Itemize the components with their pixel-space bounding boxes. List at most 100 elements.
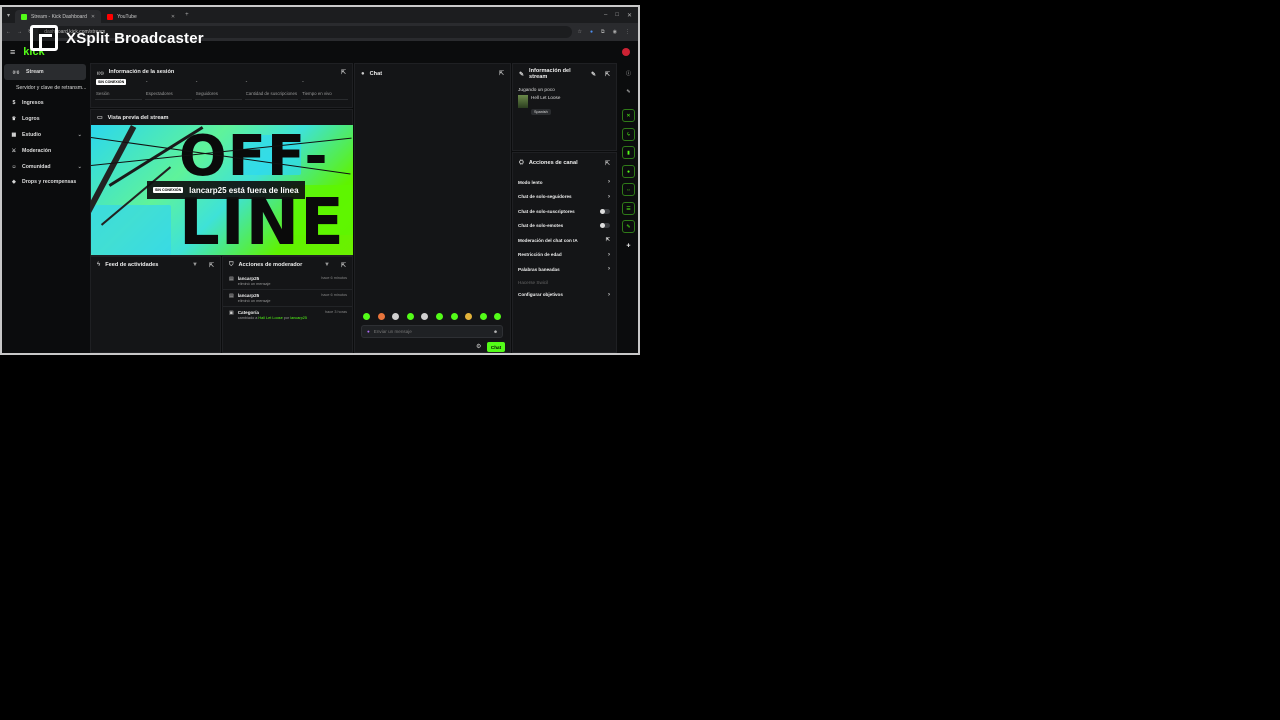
emote-icon[interactable] <box>363 313 370 320</box>
back-icon[interactable]: ← <box>6 29 11 35</box>
channel-action-label: Modo lento <box>518 179 543 185</box>
channel-action-banned-words[interactable]: Palabras baneadas › <box>513 262 616 277</box>
extension-icon[interactable]: ● <box>590 29 593 35</box>
sidebar-item-server-key[interactable]: Servidor y clave de retransm... <box>2 80 88 96</box>
minimize-icon[interactable]: – <box>604 12 607 19</box>
mic-icon[interactable]: ● <box>367 329 370 334</box>
shield-icon: ⛉ <box>229 261 234 268</box>
sword-icon: ⚔ <box>11 147 17 154</box>
wrench-icon[interactable]: ✎ <box>622 220 635 233</box>
maximize-icon[interactable]: □ <box>615 12 619 19</box>
trash-icon: ▤ <box>229 276 234 282</box>
plus-layout-icon[interactable]: ✚ <box>622 239 635 252</box>
browser-tab-youtube[interactable]: YouTube ✕ <box>101 10 181 23</box>
popout-icon[interactable]: ⇱ <box>209 262 214 269</box>
emote-icon[interactable] <box>479 313 487 320</box>
popout-icon[interactable]: ⇱ <box>499 70 504 77</box>
chat-settings-gear-icon[interactable]: ⚙ <box>476 343 481 350</box>
close-window-icon[interactable]: ✕ <box>627 12 632 19</box>
browser-menu-icon[interactable]: ⋮ <box>625 29 630 35</box>
category-link[interactable]: Hall Let Loose <box>258 316 282 320</box>
channel-action-goals[interactable]: Configurar objetivos › <box>513 288 616 303</box>
sidebar-item-moderation[interactable]: ⚔ Moderación <box>2 143 88 159</box>
popout-icon[interactable]: ⇱ <box>341 262 346 269</box>
emote-icon[interactable] <box>465 313 473 320</box>
sidebar-item-label: Drops y recompensas <box>22 179 77 186</box>
split-icon[interactable]: ⇔ <box>622 183 635 196</box>
filter-icon[interactable]: ▼ <box>324 262 330 268</box>
sidebar-item-drops[interactable]: ◈ Drops y recompensas <box>2 175 88 191</box>
sidebar-item-stream[interactable]: ((•)) Stream <box>4 64 86 80</box>
close-tab-icon[interactable]: ✕ <box>171 14 175 20</box>
forward-icon[interactable]: → <box>17 29 22 35</box>
tab-title: YouTube <box>117 13 137 20</box>
filter-icon[interactable]: ▼ <box>192 262 198 268</box>
emote-icon[interactable] <box>406 313 414 320</box>
chevron-right-icon: › <box>608 266 610 273</box>
stack-icon[interactable]: ☰ <box>622 202 635 215</box>
profile-icon[interactable]: ◉ <box>613 29 617 35</box>
bookmark-icon[interactable]: ▮ <box>622 146 635 159</box>
emote-icon[interactable] <box>421 313 429 320</box>
category-icon: ▣ <box>229 310 234 316</box>
offline-message: lancarp25 está fuera de línea <box>189 185 299 195</box>
panel-header: ● Chat ⇱ <box>355 64 510 83</box>
channel-action-label: Hacerse Swicil <box>518 279 549 285</box>
chat-message-input[interactable]: ● Enviar un mensaje ☻ <box>361 325 503 338</box>
sidebar-item-studio[interactable]: ▦ Estudio ⌄ <box>2 127 88 143</box>
activity-feed-panel: ϟ Feed de actividades ▼ ⇱ <box>90 256 221 353</box>
screen-capture-frame: ▾ Stream - Kick Dashboard ✕ YouTube ✕ + … <box>0 5 640 355</box>
browser-tab-kick[interactable]: Stream - Kick Dashboard ✕ <box>15 10 102 23</box>
xsplit-watermark: XSplit Broadcaster <box>30 25 204 51</box>
user-link[interactable]: lancarp25 <box>290 316 307 320</box>
emote-icon[interactable] <box>450 313 458 320</box>
channel-action-slow-mode[interactable]: Modo lento › <box>513 175 616 190</box>
pencil-icon[interactable]: ✎ <box>622 85 635 98</box>
sidebar-item-revenue[interactable]: $ Ingresos <box>2 96 88 112</box>
external-link-icon: ⇱ <box>605 237 610 244</box>
channel-action-followers-only[interactable]: Chat de solo-seguidores › <box>513 190 616 205</box>
sidebar-item-achievements[interactable]: ♛ Logros <box>2 111 88 127</box>
popout-icon[interactable]: ⇱ <box>605 71 610 78</box>
chat-bubble-icon[interactable]: ● <box>622 165 635 178</box>
popout-icon[interactable]: ⇱ <box>341 69 346 76</box>
mod-action-name: lancarp25 <box>237 293 260 298</box>
emote-icon[interactable] <box>392 313 400 320</box>
youtube-favicon-icon <box>107 13 114 20</box>
language-tag: Spanish <box>531 109 551 115</box>
channel-action-label: Chat de solo-seguidores <box>518 194 572 200</box>
hamburger-menu-icon[interactable]: ≡ <box>10 47 15 57</box>
popout-icon[interactable]: ⇱ <box>605 160 610 167</box>
emote-icon[interactable] <box>435 313 443 320</box>
bookmark-star-icon[interactable]: ☆ <box>578 29 582 35</box>
emote-icon[interactable] <box>377 313 385 320</box>
sidebar-item-label: Ingresos <box>22 100 44 107</box>
emoji-icon[interactable]: ☻ <box>493 329 498 334</box>
channel-action-subscribers-only: Chat de solo-suscriptores <box>513 204 616 219</box>
puzzle-icon[interactable]: ⧉ <box>601 29 605 35</box>
close-square-icon[interactable]: ✕ <box>622 109 635 122</box>
community-icon: ☺ <box>11 163 17 170</box>
mod-action-desc: cambiado a Hall Let Loose por lancarp25 <box>237 316 307 320</box>
channel-action-emotes-only: Chat de solo-emotes <box>513 219 616 234</box>
trash-icon: ▤ <box>229 293 234 299</box>
stat-subscriptions: - Cantidad de suscripciones <box>244 78 299 100</box>
info-icon[interactable]: ⓘ <box>622 67 635 80</box>
edit-pencil-icon[interactable]: ✎ <box>591 71 596 78</box>
channel-action-age-restriction[interactable]: Restricción de edad › <box>513 248 616 263</box>
trophy-icon: ♛ <box>11 116 17 123</box>
close-tab-icon[interactable]: ✕ <box>91 14 95 20</box>
new-tab-button[interactable]: + <box>181 12 193 18</box>
bolt-icon[interactable]: ϟ <box>622 128 635 141</box>
stream-category: Hell Let Loose Spanish <box>513 93 616 120</box>
stat-value: - <box>145 79 148 85</box>
stream-info-panel: ✎ Información del stream ✎ ⇱ Jugando un … <box>512 63 617 151</box>
emotes-only-toggle[interactable] <box>600 223 610 229</box>
channel-action-ai-moderation[interactable]: Moderación del chat con IA ⇱ <box>513 233 616 248</box>
emote-icon[interactable] <box>494 313 502 320</box>
tab-menu-icon[interactable]: ▾ <box>2 12 15 19</box>
sidebar-item-community[interactable]: ☺ Comunidad ⌄ <box>2 159 88 175</box>
subscribers-only-toggle[interactable] <box>600 208 610 214</box>
chat-send-button[interactable]: Chat <box>487 342 505 352</box>
user-avatar[interactable] <box>622 48 630 56</box>
